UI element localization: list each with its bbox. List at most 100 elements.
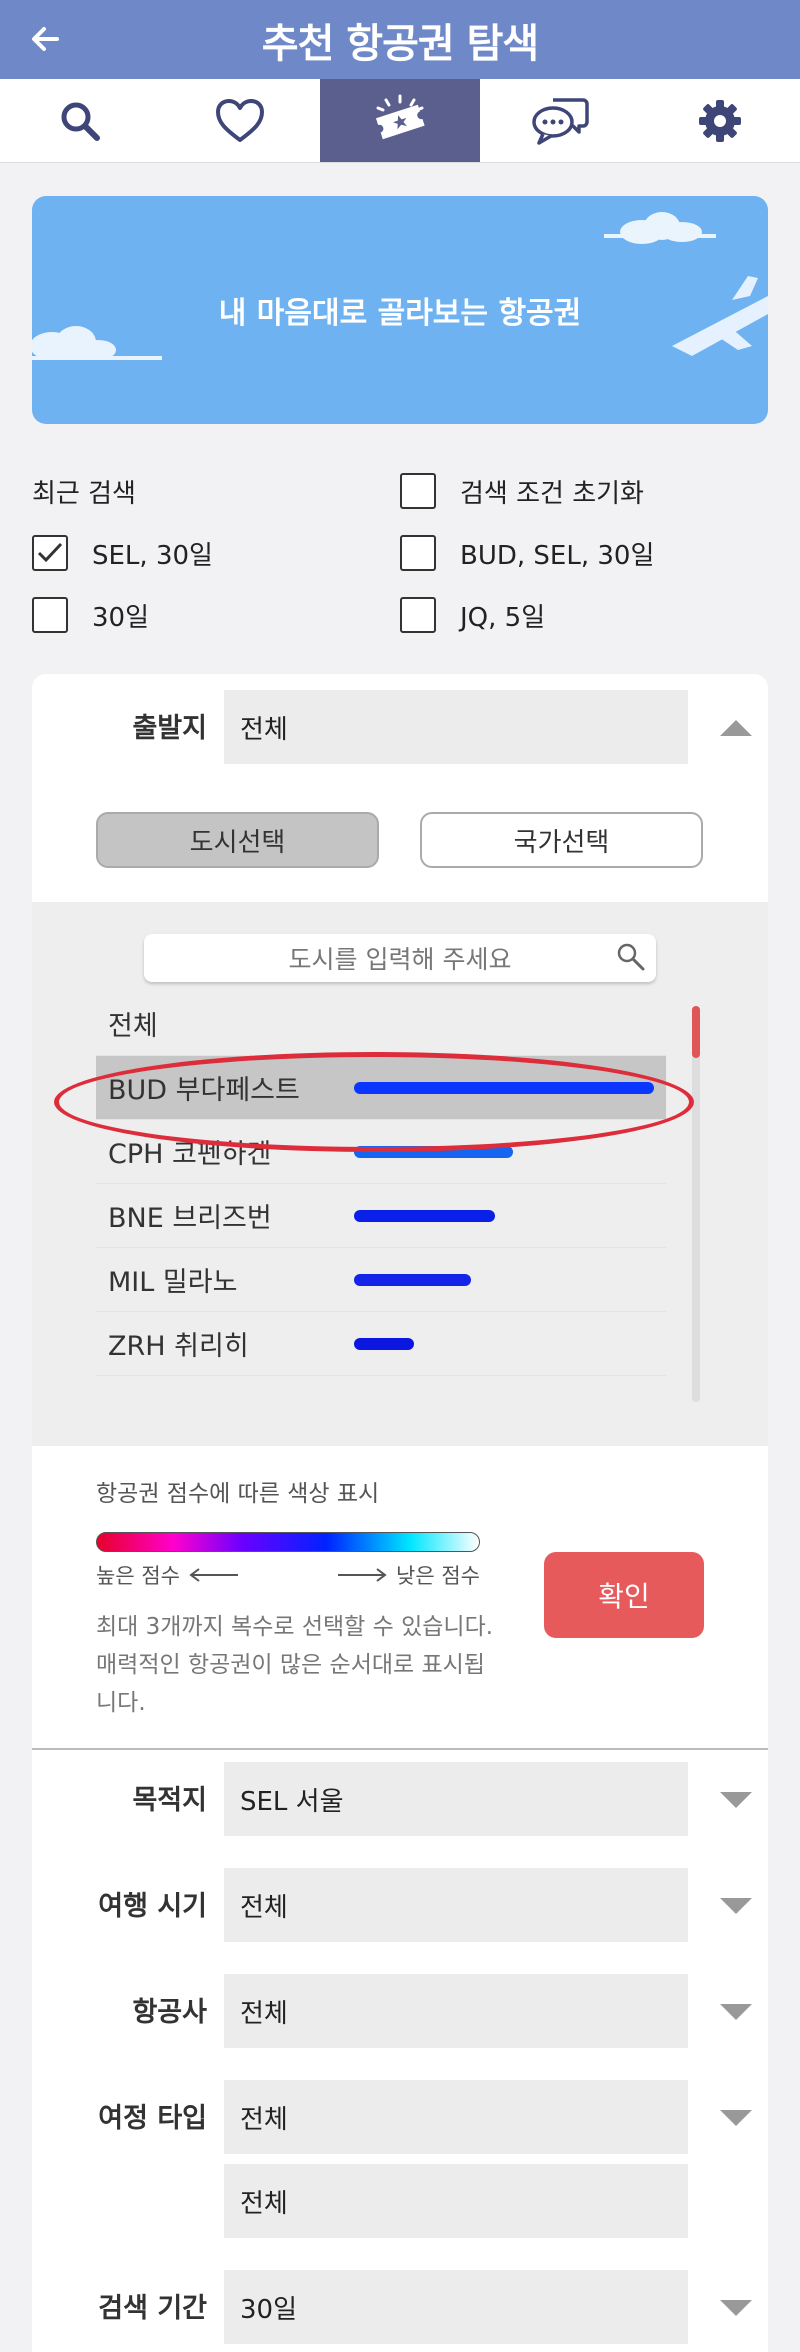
- travel-period-label: 여행 시기: [98, 1891, 207, 1922]
- score-bar: [354, 1081, 654, 1094]
- expand-button[interactable]: [718, 2100, 754, 2136]
- trip-type-row-2: 전체: [32, 2164, 768, 2238]
- recent-item-label: SEL, 30일: [92, 540, 213, 571]
- arrow-left-icon: [189, 1568, 238, 1582]
- recent-item-label: JQ, 5일: [460, 602, 546, 633]
- search-placeholder: 도시를 입력해 주세요: [288, 945, 512, 974]
- heart-icon: [216, 98, 264, 142]
- search-icon[interactable]: [616, 942, 646, 972]
- city-name: ZRH 취리히: [108, 1331, 249, 1362]
- arrow-left-icon: [32, 27, 59, 51]
- recent-item[interactable]: BUD, SEL, 30일: [400, 535, 768, 572]
- banner-title: 내 마음대로 골라보는 항공권: [218, 296, 582, 331]
- scrollbar-thumb[interactable]: [692, 1006, 700, 1058]
- score-bar: [354, 1273, 471, 1286]
- collapse-button[interactable]: [718, 710, 754, 746]
- airline-row: 항공사 전체: [32, 1974, 768, 2048]
- back-button[interactable]: [20, 14, 70, 64]
- filter-card: 출발지 전체 도시선택 국가선택 도시를 입력해 주세요 전체 BUD 부다페스…: [32, 674, 768, 2352]
- score-bar: [354, 1145, 513, 1158]
- destination-row: 목적지 SEL 서울: [32, 1762, 768, 1836]
- trip-type-row: 여정 타입 전체: [32, 2080, 768, 2154]
- chevron-down-icon: [720, 2300, 752, 2316]
- recent-item[interactable]: 30일: [32, 597, 400, 634]
- city-panel: 도시를 입력해 주세요 전체 BUD 부다페스트 CPH 코펜하겐 BNE 브리…: [32, 902, 768, 1446]
- list-item[interactable]: MIL 밀라노: [96, 1248, 666, 1312]
- airline-select[interactable]: 전체: [224, 1974, 688, 2048]
- recent-item[interactable]: JQ, 5일: [400, 597, 768, 634]
- origin-row: 출발지 전체: [32, 690, 768, 764]
- recent-title: 최근 검색: [32, 478, 136, 509]
- origin-select[interactable]: 전체: [224, 690, 688, 764]
- city-name: MIL 밀라노: [108, 1267, 238, 1298]
- trip-type-select[interactable]: 전체: [224, 2080, 688, 2154]
- city-name: BNE 브리즈번: [108, 1203, 272, 1234]
- score-bar: [354, 1337, 414, 1350]
- chat-icon: [532, 97, 589, 145]
- legend-high: 높은 점수: [96, 1560, 240, 1590]
- legend-title: 항공권 점수에 따른 색상 표시: [96, 1481, 380, 1507]
- list-item[interactable]: BNE 브리즈번: [96, 1184, 666, 1248]
- tab-search[interactable]: [0, 79, 160, 162]
- city-list: 전체 BUD 부다페스트 CPH 코펜하겐 BNE 브리즈번 MIL 밀라노 Z…: [96, 992, 666, 1376]
- travel-period-row: 여행 시기 전체: [32, 1868, 768, 1942]
- recent-item-label: BUD, SEL, 30일: [460, 540, 655, 571]
- score-legend: 항공권 점수에 따른 색상 표시 높은 점수 낮은 점수: [96, 1474, 496, 1590]
- search-period-row: 검색 기간 30일: [32, 2270, 768, 2344]
- list-item[interactable]: ZRH 취리히: [96, 1312, 666, 1376]
- city-list-scrollbar[interactable]: [692, 1006, 700, 1402]
- chevron-down-icon: [720, 1792, 752, 1808]
- city-name: CPH 코펜하겐: [108, 1139, 272, 1170]
- legend-low: 낮은 점수: [336, 1560, 480, 1590]
- tab-chat[interactable]: [480, 79, 640, 162]
- page-title: 추천 항공권 탐색: [261, 20, 539, 67]
- expand-button[interactable]: [718, 2290, 754, 2326]
- recent-searches: 최근 검색 검색 조건 초기화 SEL, 30일 BUD, SEL, 30일 3…: [32, 460, 768, 646]
- city-search-input[interactable]: 도시를 입력해 주세요: [144, 934, 656, 982]
- app-bar: 추천 항공권 탐색: [0, 0, 800, 79]
- airline-label: 항공사: [132, 1997, 207, 2028]
- reset-label: 검색 조건 초기화: [460, 478, 644, 509]
- search-period-label: 검색 기간: [98, 2293, 207, 2324]
- list-item[interactable]: CPH 코펜하겐: [96, 1120, 666, 1184]
- arrow-right-icon: [338, 1568, 387, 1582]
- gear-icon: [699, 99, 741, 142]
- checkbox-checked[interactable]: [32, 535, 68, 571]
- check-icon: [37, 542, 63, 563]
- destination-select[interactable]: SEL 서울: [224, 1762, 688, 1836]
- checkbox[interactable]: [400, 535, 436, 571]
- tab-settings[interactable]: [640, 79, 800, 162]
- recent-item[interactable]: SEL, 30일: [32, 535, 400, 572]
- expand-button[interactable]: [718, 1994, 754, 2030]
- tab-recommend[interactable]: [320, 79, 480, 162]
- city-name: BUD 부다페스트: [108, 1075, 300, 1106]
- search-period-select[interactable]: 30일: [224, 2270, 688, 2344]
- chevron-up-icon: [720, 720, 752, 736]
- score-bar: [354, 1209, 495, 1222]
- recent-item-label: 30일: [92, 602, 150, 633]
- trip-type-select-2[interactable]: 전체: [224, 2164, 688, 2238]
- promo-banner[interactable]: 내 마음대로 골라보는 항공권: [32, 196, 768, 424]
- tab-favorites[interactable]: [160, 79, 320, 162]
- city-select-tab[interactable]: 도시선택: [96, 812, 379, 868]
- chevron-down-icon: [720, 2110, 752, 2126]
- travel-period-select[interactable]: 전체: [224, 1868, 688, 1942]
- ticket-icon: [375, 94, 425, 139]
- reset-option[interactable]: 검색 조건 초기화: [400, 473, 768, 510]
- city-name: 전체: [108, 1011, 158, 1042]
- checkbox[interactable]: [32, 597, 68, 633]
- search-icon: [61, 102, 100, 141]
- chevron-down-icon: [720, 1898, 752, 1914]
- score-gradient: [96, 1532, 480, 1552]
- chevron-down-icon: [720, 2004, 752, 2020]
- expand-button[interactable]: [718, 1782, 754, 1818]
- checkbox[interactable]: [400, 597, 436, 633]
- expand-button[interactable]: [718, 1888, 754, 1924]
- list-item[interactable]: 전체: [96, 992, 666, 1056]
- list-item-selected[interactable]: BUD 부다페스트: [96, 1056, 666, 1120]
- confirm-button[interactable]: 확인: [544, 1552, 704, 1638]
- checkbox[interactable]: [400, 473, 436, 509]
- trip-type-label: 여정 타입: [98, 2103, 207, 2134]
- selection-note: 최대 3개까지 복수로 선택할 수 있습니다. 매력적인 항공권이 많은 순서대…: [96, 1614, 494, 1716]
- country-select-tab[interactable]: 국가선택: [420, 812, 703, 868]
